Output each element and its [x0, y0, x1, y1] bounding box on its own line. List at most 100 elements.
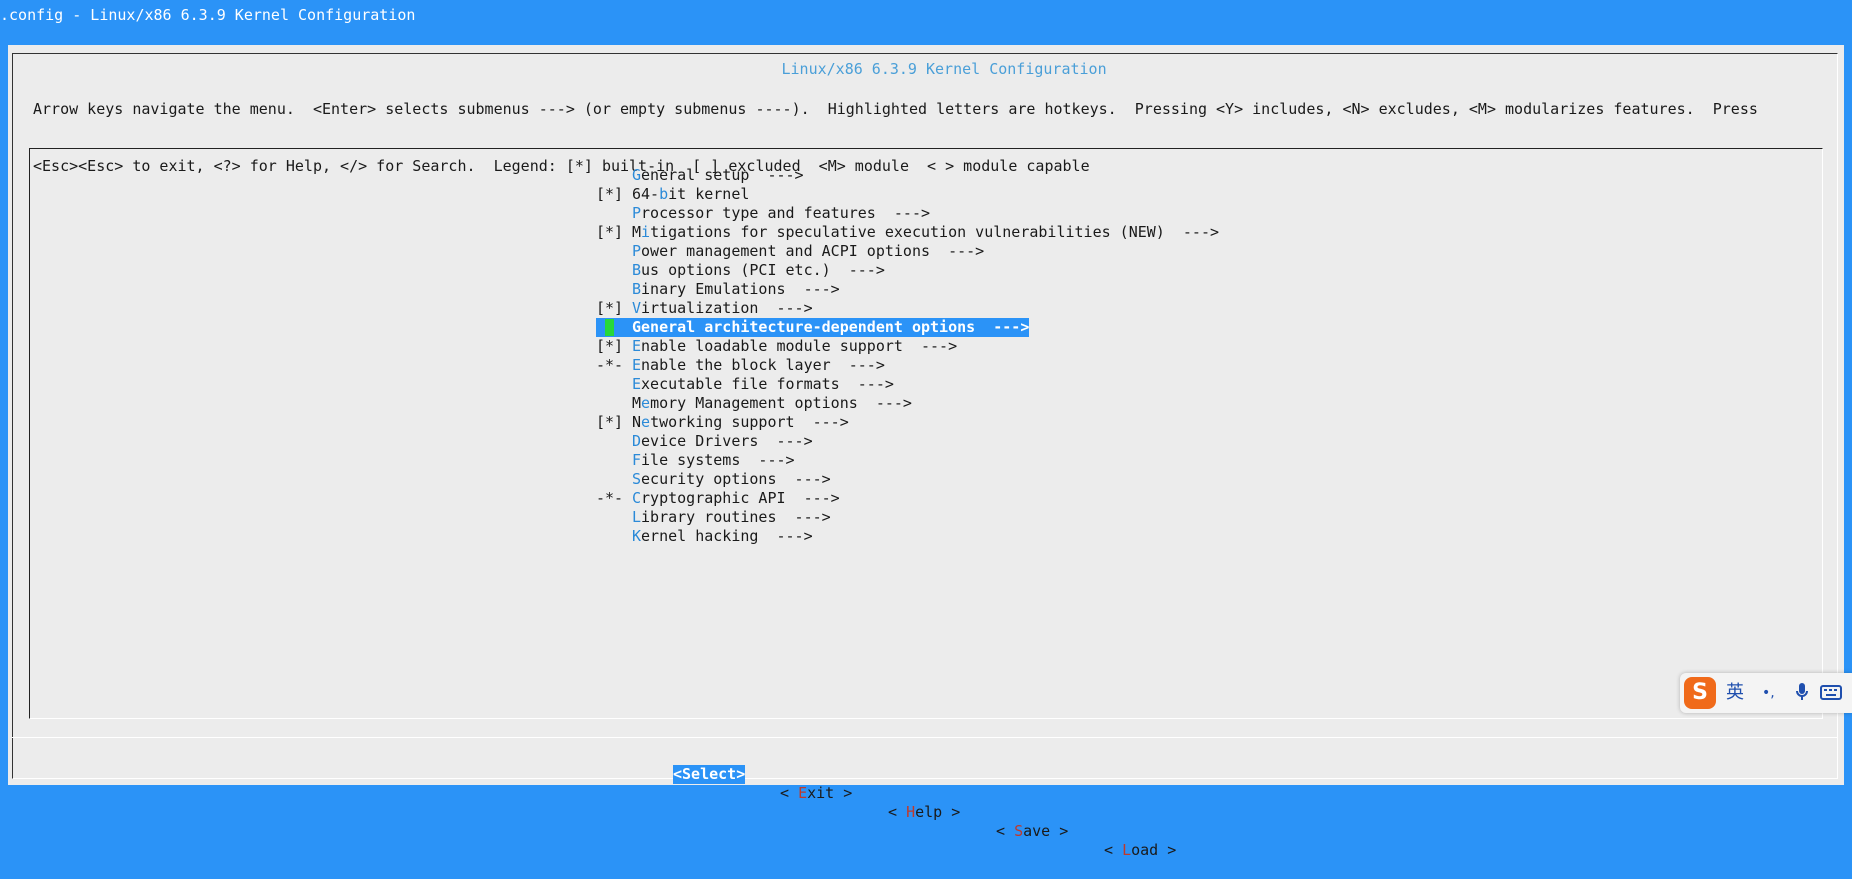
menu-item-hotkey: P	[632, 204, 642, 222]
ime-language-toggle[interactable]: 英	[1726, 681, 1744, 705]
help-button[interactable]: < Help >	[888, 803, 960, 822]
menu-item-hotkey: E	[632, 356, 642, 374]
save-button-pre: <	[996, 822, 1015, 840]
menu-item[interactable]: [*] Mitigations for speculative execution…	[596, 223, 1219, 242]
menu-item[interactable]: Binary Emulations --->	[596, 280, 840, 299]
menu-item[interactable]: Memory Management options --->	[596, 394, 912, 413]
menu-item-state: [*]	[596, 185, 624, 203]
menu-item[interactable]: Device Drivers --->	[596, 432, 813, 451]
menu-item-label: ryptographic API --->	[641, 489, 840, 507]
menu-item[interactable]: -*- Enable the block layer --->	[596, 356, 885, 375]
menu-item[interactable]: General setup --->	[596, 166, 804, 185]
sogou-logo-icon[interactable]: S	[1684, 677, 1716, 709]
menu-item[interactable]: [*] Virtualization --->	[596, 299, 813, 318]
menu-item-hotkey: C	[632, 489, 642, 507]
help-button-hotkey: H	[906, 803, 916, 821]
menu-item[interactable]: Security options --->	[596, 470, 831, 489]
load-button[interactable]: < Load >	[1104, 841, 1176, 860]
ime-toolbar[interactable]: S 英 •,	[1680, 673, 1852, 713]
menu-item-hotkey: b	[659, 185, 669, 203]
menu-item-label: ibrary routines --->	[641, 508, 831, 526]
exit-button-hotkey: E	[798, 784, 808, 802]
menu-item-label-prefix: N	[632, 413, 642, 431]
load-button-pre: <	[1104, 841, 1123, 859]
load-button-rest: oad >	[1131, 841, 1177, 859]
save-button-rest: ave >	[1023, 822, 1069, 840]
save-button-hotkey: S	[1014, 822, 1024, 840]
kernel-config-dialog: Linux/x86 6.3.9 Kernel Configuration Arr…	[8, 45, 1844, 859]
menu-item[interactable]: [*] 64-bit kernel	[596, 185, 749, 204]
menu-item-state: [*]	[596, 337, 624, 355]
menu-item-label: nable the block layer --->	[641, 356, 885, 374]
menu-item-label-prefix: 64-	[632, 185, 660, 203]
menu-item[interactable]: Processor type and features --->	[596, 204, 930, 223]
menu-item[interactable]: General architecture-dependent options -…	[596, 318, 1030, 337]
menu-item-hotkey: E	[632, 337, 642, 355]
menu-item[interactable]: Power management and ACPI options --->	[596, 242, 984, 261]
menu-item-state: [*]	[596, 299, 624, 317]
menu-item-label: ernel hacking --->	[641, 527, 813, 545]
menu-item-hotkey: B	[632, 280, 642, 298]
menu-item-label: us options (PCI etc.) --->	[641, 261, 885, 279]
menu-item[interactable]: [*] Networking support --->	[596, 413, 849, 432]
menu-item-label: it kernel	[668, 185, 750, 203]
menu-item-hotkey: V	[632, 299, 642, 317]
exit-button-pre: <	[780, 784, 799, 802]
menu-item[interactable]: Kernel hacking --->	[596, 527, 813, 546]
menu-item-hotkey: G	[632, 318, 642, 336]
menu-item-label: mory Management options --->	[650, 394, 912, 412]
exit-button[interactable]: < Exit >	[780, 784, 852, 803]
menu-item-label: evice Drivers --->	[641, 432, 813, 450]
menu-item-hotkey: K	[632, 527, 642, 545]
button-bar: <Select> < Exit > < Help > < Save > < Lo…	[8, 746, 1844, 859]
menu-item-label: tigations for speculative execution vuln…	[650, 223, 1220, 241]
menu-item-label: xecutable file formats --->	[641, 375, 894, 393]
help-button-rest: elp >	[915, 803, 961, 821]
exit-button-rest: xit >	[807, 784, 853, 802]
menu-item-hotkey: i	[641, 223, 651, 241]
menu-item[interactable]: -*- Cryptographic API --->	[596, 489, 840, 508]
select-button[interactable]: <Select>	[673, 765, 746, 784]
menu-item-label: tworking support --->	[650, 413, 849, 431]
menu-item-label: rocessor type and features --->	[641, 204, 931, 222]
cursor-block	[605, 319, 614, 336]
menu-item-label: eneral setup --->	[641, 166, 804, 184]
help-line-1: Arrow keys navigate the menu. <Enter> se…	[33, 100, 1758, 118]
menu-item-hotkey: F	[632, 451, 642, 469]
button-separator	[12, 737, 1838, 738]
menu-item-label: inary Emulations --->	[641, 280, 840, 298]
menu-item-hotkey: D	[632, 432, 642, 450]
menu-item-state: -*-	[596, 489, 624, 507]
menu-item[interactable]: File systems --->	[596, 451, 795, 470]
menu-item[interactable]: Executable file formats --->	[596, 375, 894, 394]
menu-item-hotkey: S	[632, 470, 642, 488]
menu-item-label: ower management and ACPI options --->	[641, 242, 985, 260]
menu-item[interactable]: [*] Enable loadable module support --->	[596, 337, 957, 356]
menu-item-label-prefix: M	[632, 394, 642, 412]
menu-item-hotkey: G	[632, 166, 642, 184]
window-title: .config - Linux/x86 6.3.9 Kernel Configu…	[0, 6, 416, 24]
menu-item-hotkey: B	[632, 261, 642, 279]
menu-item-state: -*-	[596, 356, 624, 374]
menu-item-hotkey: P	[632, 242, 642, 260]
menu-item-label: eneral architecture-dependent options --…	[641, 318, 1030, 336]
menu-item-state: [*]	[596, 413, 624, 431]
menu-item-hotkey: e	[641, 394, 651, 412]
microphone-icon[interactable]	[1794, 681, 1810, 705]
help-button-pre: <	[888, 803, 907, 821]
menu-item-hotkey: L	[632, 508, 642, 526]
menu-item-state: [*]	[596, 223, 624, 241]
ime-punctuation-toggle[interactable]: •,	[1762, 681, 1775, 705]
menu-item-hotkey: e	[641, 413, 651, 431]
menu-item-label-prefix: M	[632, 223, 642, 241]
menu-item-label: nable loadable module support --->	[641, 337, 958, 355]
menu-item-label: ecurity options --->	[641, 470, 831, 488]
window-title-bar: .config - Linux/x86 6.3.9 Kernel Configu…	[0, 0, 1852, 30]
keyboard-icon[interactable]	[1820, 681, 1842, 705]
save-button[interactable]: < Save >	[996, 822, 1068, 841]
menu-item[interactable]: Bus options (PCI etc.) --->	[596, 261, 885, 280]
menu-item-hotkey: E	[632, 375, 642, 393]
load-button-hotkey: L	[1122, 841, 1132, 859]
menu-item-label: irtualization --->	[641, 299, 813, 317]
menu-item[interactable]: Library routines --->	[596, 508, 831, 527]
